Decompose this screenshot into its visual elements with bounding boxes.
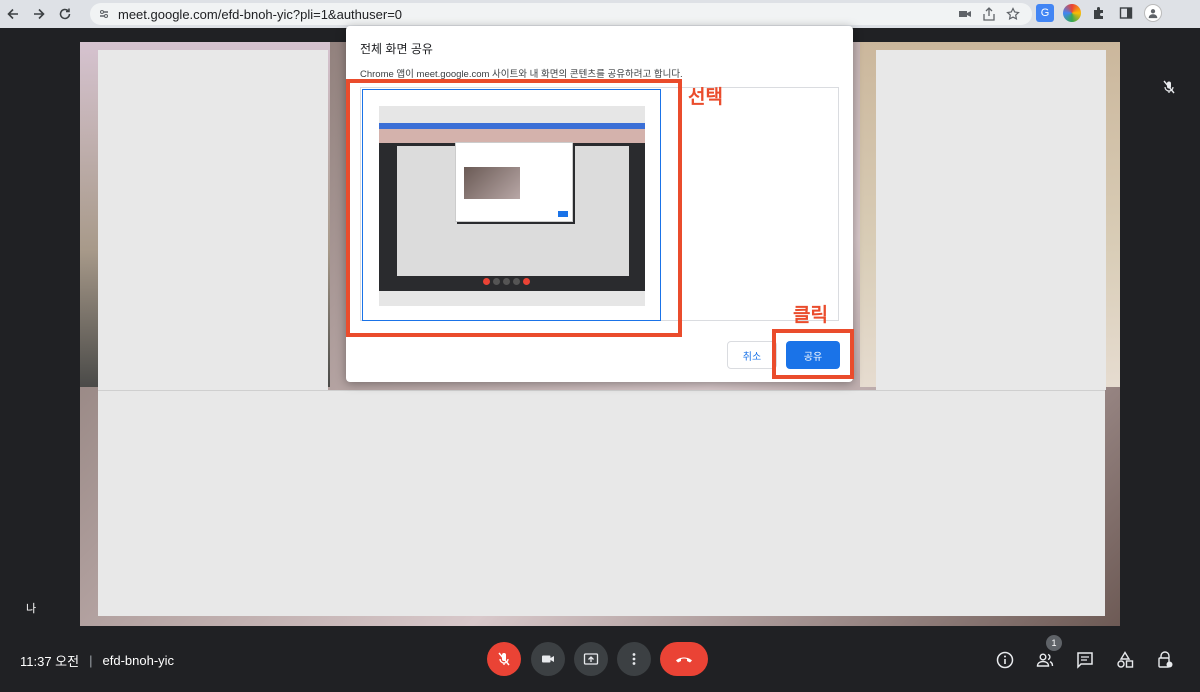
leave-call-button[interactable]: [660, 642, 708, 676]
dialog-title: 전체 화면 공유: [360, 42, 433, 56]
shapes-icon: [1117, 651, 1134, 668]
annotation-select-label: 선택: [688, 87, 723, 108]
host-controls-button[interactable]: [1154, 649, 1176, 671]
meeting-details-button[interactable]: [994, 649, 1016, 671]
camera-toggle-button[interactable]: [531, 642, 565, 676]
present-to-all-icon: [583, 653, 599, 665]
more-options-button[interactable]: [617, 642, 651, 676]
chat-icon: [1077, 652, 1093, 669]
annotation-select-box: [346, 79, 682, 337]
dialog-description: Chrome 앱이 meet.google.com 사이트와 내 화면의 콘텐츠…: [360, 69, 683, 80]
annotation-click-box: [772, 329, 854, 379]
meeting-separator: |: [89, 653, 93, 668]
translate-extension-icon[interactable]: G: [1036, 4, 1054, 22]
site-info-icon[interactable]: [98, 8, 110, 20]
mic-off-icon: [498, 652, 510, 666]
presentation-panel-left: [98, 50, 328, 390]
browser-toolbar: meet.google.com/efd-bnoh-yic?pli=1&authu…: [0, 0, 1200, 28]
annotation-click-label: 클릭: [793, 305, 828, 326]
profile-avatar[interactable]: [1144, 4, 1162, 22]
presentation-panel-bottom: [98, 390, 1105, 616]
meeting-code: efd-bnoh-yic: [102, 653, 175, 668]
more-vert-icon: [632, 653, 636, 665]
address-bar[interactable]: meet.google.com/efd-bnoh-yic?pli=1&authu…: [90, 3, 1032, 25]
self-name-label: 나: [26, 603, 37, 615]
reload-icon: [59, 8, 71, 20]
arrow-right-icon: [34, 8, 45, 20]
activities-button[interactable]: [1114, 649, 1136, 671]
arrow-left-icon: [7, 8, 18, 20]
participants-count-badge: 1: [1046, 635, 1062, 651]
meeting-time: 11:37 오전: [20, 654, 80, 669]
forward-button[interactable]: [26, 0, 52, 28]
bookmark-star-icon[interactable]: [1006, 7, 1020, 21]
present-screen-button[interactable]: [574, 642, 608, 676]
videocam-icon: [542, 655, 554, 663]
meeting-details: 11:37 오전 | efd-bnoh-yic: [20, 651, 174, 670]
color-extension-icon[interactable]: [1063, 4, 1081, 22]
mic-toggle-button[interactable]: [487, 642, 521, 676]
reload-button[interactable]: [52, 0, 78, 28]
info-icon: [996, 651, 1014, 669]
presentation-panel-right: [876, 50, 1106, 390]
tile-mic-off-icon: [1162, 80, 1176, 94]
call-end-icon: [676, 657, 692, 663]
back-button[interactable]: [0, 0, 26, 28]
extensions-puzzle-icon[interactable]: [1090, 4, 1108, 22]
people-button[interactable]: [1034, 649, 1056, 671]
lock-person-icon: [1158, 651, 1173, 668]
people-icon: [1036, 653, 1054, 667]
camera-in-use-icon[interactable]: [958, 7, 972, 21]
share-icon[interactable]: [982, 7, 996, 21]
meet-control-bar: 11:37 오전 | efd-bnoh-yic 1: [0, 626, 1200, 692]
side-panel-icon[interactable]: [1117, 4, 1135, 22]
cancel-button[interactable]: 취소: [727, 341, 777, 369]
chat-button[interactable]: [1074, 649, 1096, 671]
url-text: meet.google.com/efd-bnoh-yic?pli=1&authu…: [118, 6, 403, 22]
